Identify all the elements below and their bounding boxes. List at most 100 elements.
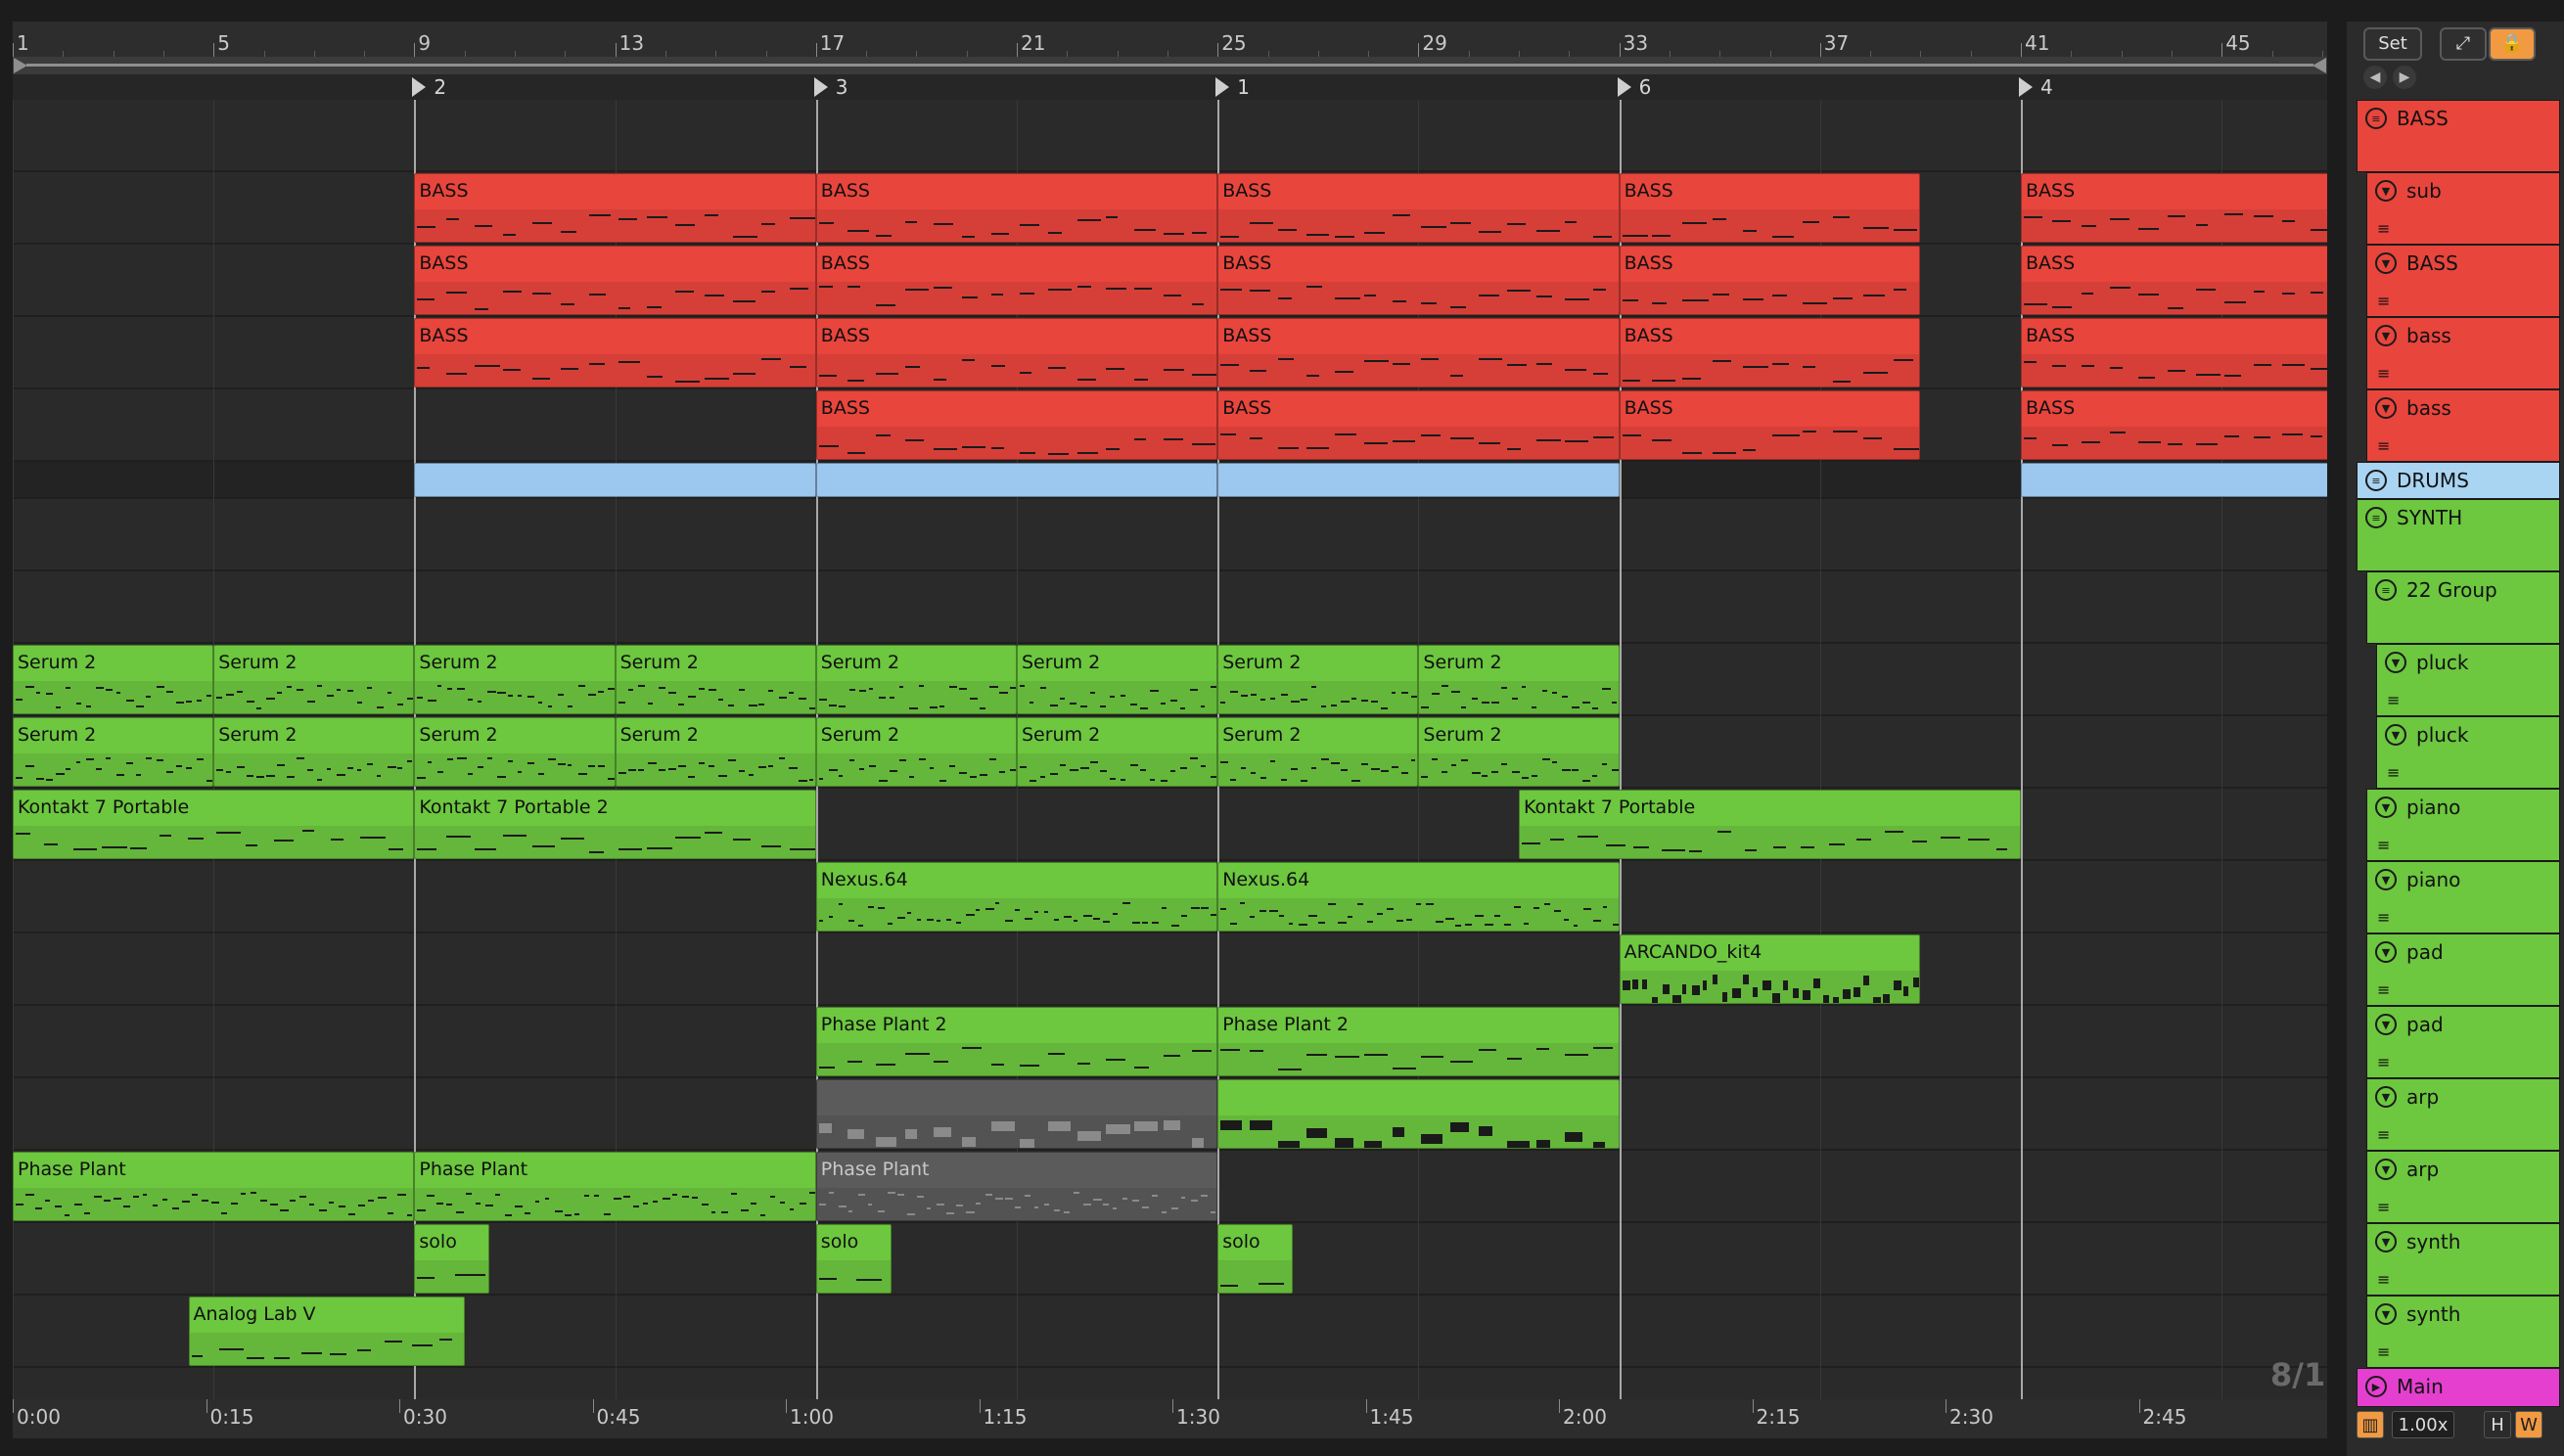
clip[interactable]: BASS	[815, 318, 1218, 387]
clip[interactable]: BASS	[414, 318, 816, 387]
clip[interactable]: BASS	[2021, 390, 2327, 460]
locator-strip[interactable]: 2316457	[13, 74, 2327, 100]
clip[interactable]: Nexus.64	[815, 862, 1218, 932]
track-header[interactable]: ▼ pad ≡	[2366, 933, 2560, 1006]
clip[interactable]: Serum 2	[615, 645, 816, 714]
clip[interactable]: Analog Lab V	[188, 1297, 465, 1366]
track-lane[interactable]	[13, 100, 2327, 172]
group-fold-icon[interactable]: ≡	[2375, 579, 2397, 601]
clip[interactable]: Serum 2	[213, 645, 415, 714]
track-fold-icon[interactable]: ▼	[2375, 1014, 2397, 1035]
track-header[interactable]: ▼ piano ≡	[2366, 861, 2560, 933]
clip[interactable]: Serum 2	[213, 717, 415, 787]
clip[interactable]: Serum 2	[1217, 645, 1419, 714]
device-menu-icon[interactable]: ≡	[2377, 1342, 2390, 1361]
track-header[interactable]: ▼ bass ≡	[2366, 389, 2560, 462]
track-fold-icon[interactable]: ▼	[2385, 724, 2406, 746]
clip[interactable]: Serum 2	[815, 717, 1017, 787]
clip[interactable]	[815, 1079, 1218, 1149]
device-menu-icon[interactable]: ≡	[2377, 364, 2390, 383]
track-fold-icon[interactable]: ▼	[2375, 869, 2397, 890]
clip[interactable]: BASS	[1217, 318, 1620, 387]
clip[interactable]: BASS	[1619, 318, 1921, 387]
track-header[interactable]: ▼ synth ≡	[2366, 1296, 2560, 1368]
locator-marker[interactable]: 1	[1215, 75, 1250, 99]
clip[interactable]: BASS	[1217, 173, 1620, 243]
track-header[interactable]: ▼ pluck ≡	[2376, 716, 2560, 789]
clip[interactable]: Serum 2	[414, 645, 616, 714]
loop-brace[interactable]	[13, 57, 2327, 74]
clip[interactable]: solo	[414, 1224, 490, 1294]
clip[interactable]: BASS	[2021, 246, 2327, 315]
locator-marker[interactable]: 6	[1617, 75, 1651, 99]
clip[interactable]: Serum 2	[1017, 645, 1218, 714]
track-header[interactable]: ≡ BASS	[2357, 100, 2560, 172]
device-menu-icon[interactable]: ≡	[2377, 1053, 2390, 1071]
track-header[interactable]: ≡ SYNTH	[2357, 499, 2560, 571]
clip[interactable]: ARCANDO_kit4	[1619, 934, 1921, 1004]
clip[interactable]: Kontakt 7 Portable	[13, 790, 415, 859]
locator-marker[interactable]: 3	[813, 75, 848, 99]
clip[interactable]: Serum 2	[1217, 717, 1419, 787]
track-header[interactable]: ▶ Main	[2357, 1368, 2560, 1407]
track-fold-icon[interactable]: ▼	[2375, 1086, 2397, 1108]
loop-start-handle[interactable]	[14, 58, 27, 73]
track-header[interactable]: ▼ arp ≡	[2366, 1151, 2560, 1223]
track-lane[interactable]	[13, 1368, 2327, 1399]
group-fold-icon[interactable]: ≡	[2365, 507, 2387, 528]
track-header[interactable]: ▼ bass ≡	[2366, 317, 2560, 389]
zoom-value[interactable]: 1.00x	[2392, 1411, 2454, 1438]
clip[interactable]: Serum 2	[1418, 717, 1620, 787]
clip[interactable]: solo	[815, 1224, 892, 1294]
clip[interactable]: BASS	[1619, 246, 1921, 315]
clip[interactable]: Serum 2	[414, 717, 616, 787]
track-lane[interactable]	[13, 933, 2327, 1006]
locator-marker[interactable]: 2	[412, 75, 446, 99]
track-fold-icon[interactable]: ▼	[2375, 1159, 2397, 1180]
forward-arrow-icon[interactable]: ▶	[2393, 66, 2416, 89]
device-menu-icon[interactable]: ≡	[2377, 436, 2390, 455]
group-fold-icon[interactable]: ≡	[2365, 108, 2387, 129]
clip[interactable]: BASS	[414, 173, 816, 243]
clip[interactable]: Kontakt 7 Portable	[1519, 790, 2021, 859]
clip[interactable]: Serum 2	[1017, 717, 1218, 787]
track-header[interactable]: ≡ 22 Group	[2366, 571, 2560, 644]
clip[interactable]: Serum 2	[1418, 645, 1620, 714]
clip[interactable]	[815, 463, 1218, 497]
device-menu-icon[interactable]: ≡	[2377, 292, 2390, 310]
device-menu-icon[interactable]: ≡	[2387, 763, 2400, 782]
device-menu-icon[interactable]: ≡	[2377, 908, 2390, 927]
clip[interactable]: BASS	[1217, 390, 1620, 460]
clip[interactable]: BASS	[815, 246, 1218, 315]
clip[interactable]: BASS	[815, 173, 1218, 243]
clip[interactable]: Phase Plant 2	[1217, 1007, 1620, 1076]
group-fold-icon[interactable]: ≡	[2365, 470, 2387, 491]
clip[interactable]: Phase Plant	[815, 1152, 1218, 1221]
track-header[interactable]: ▼ pad ≡	[2366, 1006, 2560, 1078]
track-header[interactable]: ▼ synth ≡	[2366, 1223, 2560, 1296]
w-button[interactable]: W	[2515, 1411, 2542, 1438]
clip[interactable]: Serum 2	[815, 645, 1017, 714]
track-header[interactable]: ▼ arp ≡	[2366, 1078, 2560, 1151]
clip[interactable]: BASS	[1619, 390, 1921, 460]
main-play-icon[interactable]: ▶	[2365, 1376, 2387, 1397]
track-header[interactable]: ▼ piano ≡	[2366, 789, 2560, 861]
loop-region[interactable]	[26, 64, 2313, 67]
waveform-icon[interactable]: ▥	[2357, 1411, 2384, 1438]
track-header[interactable]: ≡ DRUMS	[2357, 462, 2560, 499]
clip[interactable]: Phase Plant 2	[815, 1007, 1218, 1076]
clip[interactable]	[2021, 463, 2327, 497]
clip[interactable]: BASS	[1217, 246, 1620, 315]
clip[interactable]: Serum 2	[13, 645, 214, 714]
clip[interactable]: BASS	[2021, 173, 2327, 243]
clip[interactable]: Nexus.64	[1217, 862, 1620, 932]
track-fold-icon[interactable]: ▼	[2375, 1231, 2397, 1252]
device-menu-icon[interactable]: ≡	[2387, 691, 2400, 709]
track-fold-icon[interactable]: ▼	[2375, 180, 2397, 202]
expand-icon[interactable]: ⤢	[2440, 27, 2487, 61]
track-fold-icon[interactable]: ▼	[2375, 397, 2397, 419]
clip[interactable]	[1217, 1079, 1620, 1149]
set-button[interactable]: Set	[2363, 27, 2422, 61]
track-fold-icon[interactable]: ▼	[2375, 941, 2397, 963]
locator-marker[interactable]: 4	[2019, 75, 2053, 99]
